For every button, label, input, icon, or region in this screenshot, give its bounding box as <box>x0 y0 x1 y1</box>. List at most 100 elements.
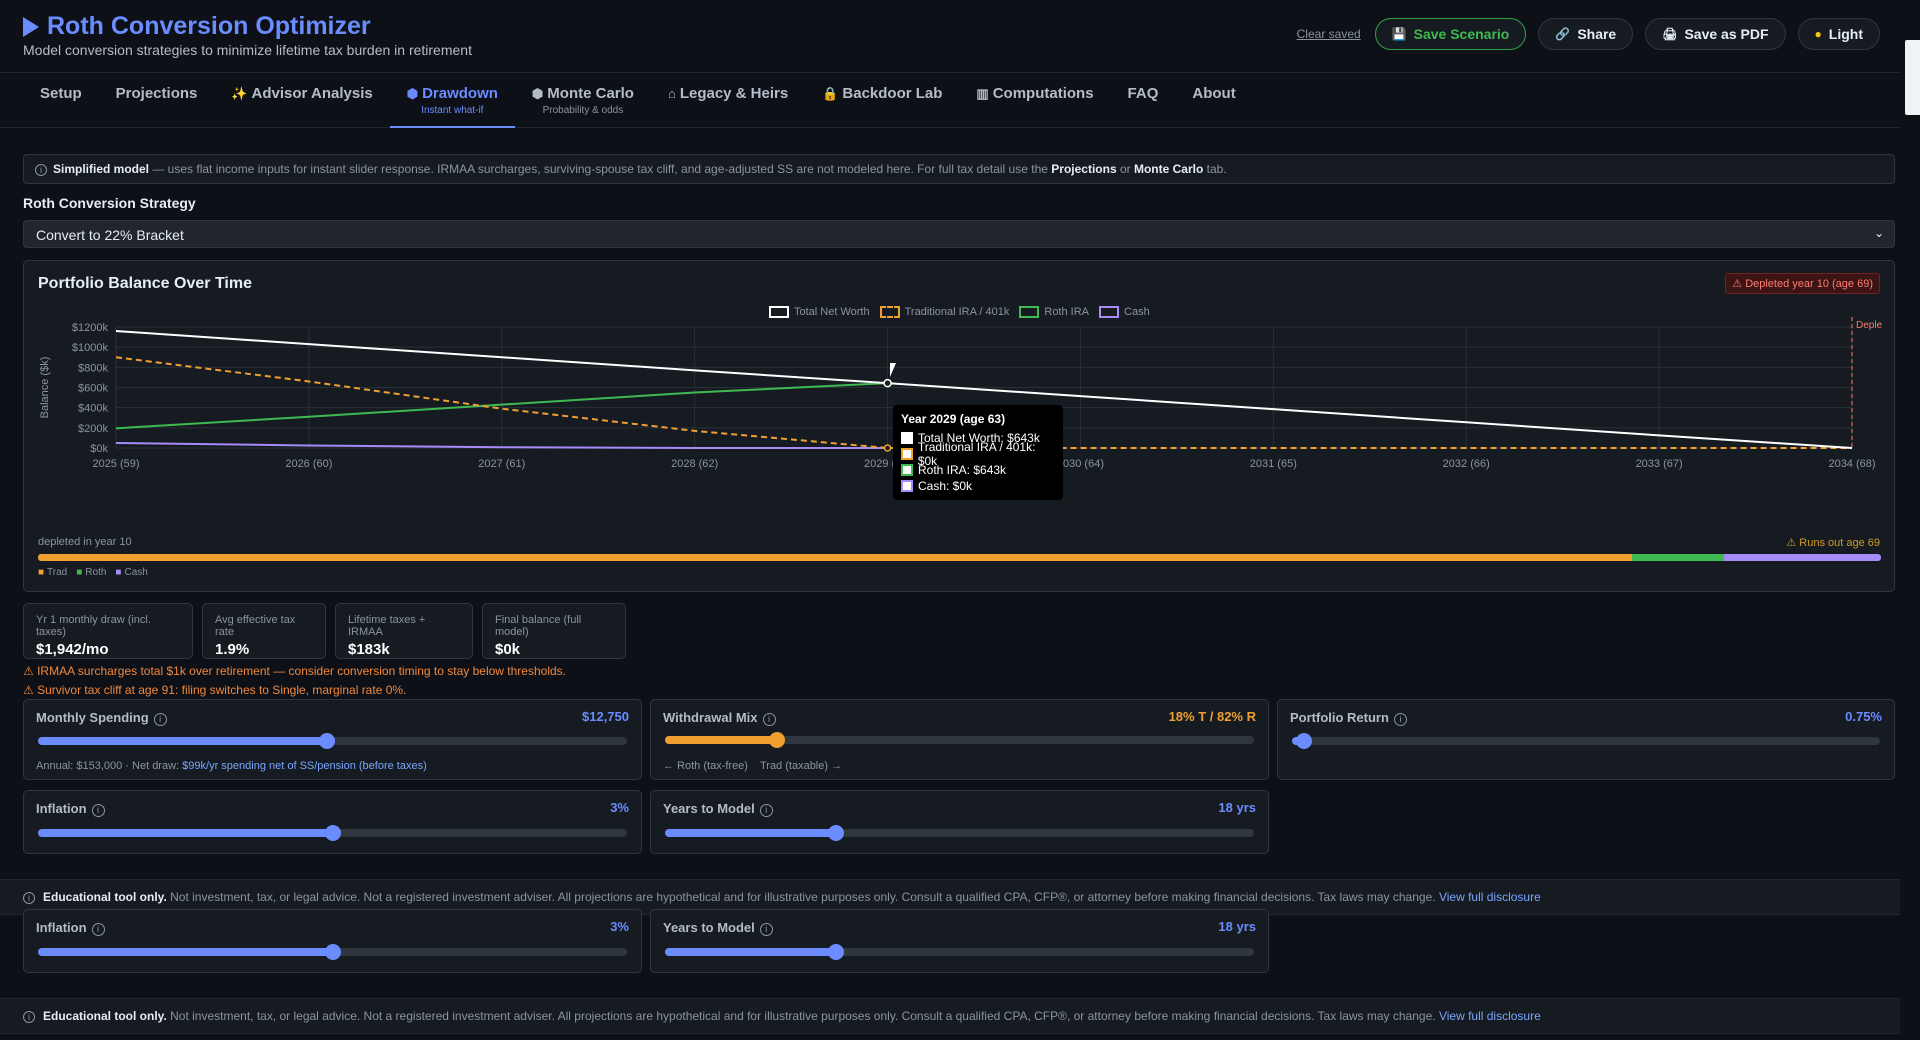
slider-thumb[interactable] <box>324 825 341 841</box>
view-disclosure-link[interactable]: View full disclosure <box>1439 1009 1541 1023</box>
tab-label: Computations <box>992 85 1094 102</box>
x-tick-label: 2026 (60) <box>285 458 332 470</box>
info-icon: i <box>23 892 35 904</box>
years-to-model-card: Years to Model i 18 yrs <box>650 790 1269 854</box>
slider-thumb[interactable] <box>318 733 335 749</box>
slider-thumb[interactable] <box>768 732 785 748</box>
legend-item[interactable]: Traditional IRA / 401k <box>879 306 1009 318</box>
inflation-card-duplicate: Inflation i 3% <box>23 909 642 973</box>
y-tick-label: $600k <box>78 383 108 395</box>
slider-thumb[interactable] <box>324 944 341 960</box>
theme-label: Light <box>1828 26 1863 42</box>
monthly-spending-note: Annual: $153,000 · Net draw: $99k/yr spe… <box>36 760 427 772</box>
chart-tooltip: Year 2029 (age 63) Total Net Worth: $643… <box>893 405 1063 500</box>
tab-monte-carlo[interactable]: ⬢ Monte Carlo Probability & odds <box>515 73 651 128</box>
tab-setup[interactable]: Setup <box>23 73 99 128</box>
metric-label: Yr 1 monthly draw (incl. taxes) <box>36 614 151 638</box>
tab-legacy-heirs[interactable]: ⌂ Legacy & Heirs <box>651 73 805 128</box>
years-to-model-value: 18 yrs <box>1218 919 1256 934</box>
info-icon[interactable]: i <box>1393 713 1407 726</box>
survivor-warning: ⚠ Survivor tax cliff at age 91: filing s… <box>23 683 407 697</box>
save-icon: 💾 <box>1391 27 1407 41</box>
info-icon[interactable]: i <box>759 804 773 817</box>
info-icon[interactable]: i <box>762 713 776 726</box>
y-tick-label: $0k <box>90 443 108 455</box>
main-tabs: Setup Projections ✨ Advisor Analysis ⬢ Drawdo… <box>0 72 1900 128</box>
years-to-model-label-text: Years to Model <box>663 801 755 816</box>
legend-item[interactable]: Total Net Worth <box>769 306 870 318</box>
tooltip-title: Year 2029 (age 63) <box>901 412 1006 426</box>
x-tick-label: 2033 (67) <box>1636 458 1683 470</box>
notice-or: or <box>1116 162 1134 176</box>
portfolio-return-slider[interactable] <box>1292 733 1880 749</box>
withdrawal-mix-hints: ← Roth (tax-free) Trad (taxable) → <box>663 760 842 772</box>
tab-label: Drawdown <box>422 85 498 102</box>
app-header: Roth Conversion Optimizer Model conversi… <box>0 0 1900 72</box>
strategy-select[interactable]: Convert to 22% Bracket ⌄ <box>23 220 1895 248</box>
tab-computations[interactable]: ▥ Computations <box>959 73 1110 128</box>
inflation-slider[interactable] <box>38 944 627 960</box>
tab-sublabel: Probability & odds <box>542 105 624 116</box>
info-icon[interactable]: i <box>759 923 773 936</box>
metrics-row: Yr 1 monthly draw (incl. taxes) $1,942/mo… <box>23 603 626 659</box>
y-tick-label: $1000k <box>72 342 109 354</box>
strategy-label: Roth Conversion Strategy <box>23 195 196 211</box>
metric-value: $1,942/mo <box>36 641 109 658</box>
years-to-model-slider[interactable] <box>665 825 1254 841</box>
info-icon[interactable]: i <box>91 923 105 936</box>
slider-thumb[interactable] <box>827 825 844 841</box>
withdrawal-mix-label: Withdrawal Mix i <box>663 710 776 726</box>
years-to-model-value: 18 yrs <box>1218 800 1256 815</box>
tab-faq[interactable]: FAQ <box>1111 73 1176 128</box>
monthly-spending-value: $12,750 <box>582 709 629 724</box>
tab-projections[interactable]: Projections <box>99 73 215 128</box>
disclaimer-text: Not investment, tax, or legal advice. No… <box>166 1009 1436 1023</box>
legend-item[interactable]: Roth IRA <box>1019 306 1089 318</box>
hover-point <box>883 378 892 388</box>
slider-thumb[interactable] <box>1295 733 1312 749</box>
strip-segment-roth <box>1632 554 1725 561</box>
save-scenario-button[interactable]: 💾 Save Scenario <box>1374 18 1527 50</box>
depletion-marker-label: Deple <box>1856 320 1883 331</box>
view-disclosure-link[interactable]: View full disclosure <box>1439 890 1541 904</box>
inflation-slider[interactable] <box>38 825 627 841</box>
metric-label: Lifetime taxes + IRMAA <box>348 614 426 638</box>
tab-backdoor-lab[interactable]: 🔒 Backdoor Lab <box>805 73 959 128</box>
warning-icon: ⚠ <box>1732 278 1746 290</box>
strip-legend-item: Cash <box>115 567 147 578</box>
save-pdf-button[interactable]: 🖨 Save as PDF <box>1645 18 1786 50</box>
x-tick-label: 2032 (66) <box>1443 458 1490 470</box>
runs-out-label: ⚠ Runs out age 69 <box>1786 536 1880 549</box>
inflation-value: 3% <box>610 800 629 815</box>
notice-projections-link[interactable]: Projections <box>1051 162 1116 176</box>
tab-label: Projections <box>115 85 198 102</box>
tab-about[interactable]: About <box>1175 73 1252 128</box>
depleted-strip-label: depleted in year 10 <box>38 536 132 548</box>
tooltip-row: Traditional IRA / 401k: $0k <box>901 440 1055 468</box>
legend-item[interactable]: Cash <box>1099 306 1150 318</box>
slider-thumb[interactable] <box>827 944 844 960</box>
info-icon[interactable]: i <box>153 713 167 726</box>
theme-toggle-button[interactable]: ● Light <box>1797 18 1880 50</box>
tab-label: Backdoor Lab <box>842 85 943 102</box>
notice-bold: Simplified model <box>53 162 150 176</box>
notice-monte-carlo-link[interactable]: Monte Carlo <box>1134 162 1203 176</box>
depleted-badge-text: Depleted year 10 (age 69) <box>1745 278 1873 290</box>
roth-hint: ← Roth (tax-free) <box>663 760 748 772</box>
disclaimer-text: Not investment, tax, or legal advice. No… <box>166 890 1436 904</box>
tab-drawdown[interactable]: ⬢ Drawdown Instant what-if <box>389 73 515 128</box>
info-icon: i <box>23 1011 35 1023</box>
x-tick-label: 2027 (61) <box>478 458 525 470</box>
tab-advisor-analysis[interactable]: ✨ Advisor Analysis <box>214 73 389 128</box>
clear-saved-link[interactable]: Clear saved <box>1297 27 1361 41</box>
info-icon[interactable]: i <box>91 804 105 817</box>
monthly-spending-slider[interactable] <box>38 733 627 749</box>
side-panel-edge[interactable] <box>1905 40 1920 115</box>
years-to-model-slider[interactable] <box>665 944 1254 960</box>
withdrawal-mix-value: 18% T / 82% R <box>1168 709 1256 724</box>
app-subtitle: Model conversion strategies to minimize … <box>23 42 472 58</box>
trad-hint: Trad (taxable) → <box>759 760 843 772</box>
depleted-badge: ⚠ Depleted year 10 (age 69) <box>1725 273 1880 294</box>
share-button[interactable]: 🔗 Share <box>1538 18 1634 50</box>
withdrawal-mix-slider[interactable] <box>665 732 1254 748</box>
